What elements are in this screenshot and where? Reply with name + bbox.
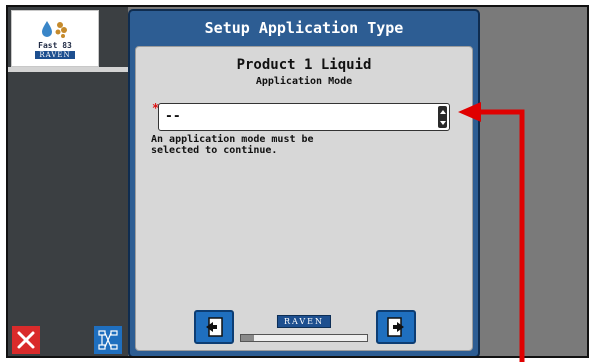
annotation-arrow: [458, 102, 525, 362]
